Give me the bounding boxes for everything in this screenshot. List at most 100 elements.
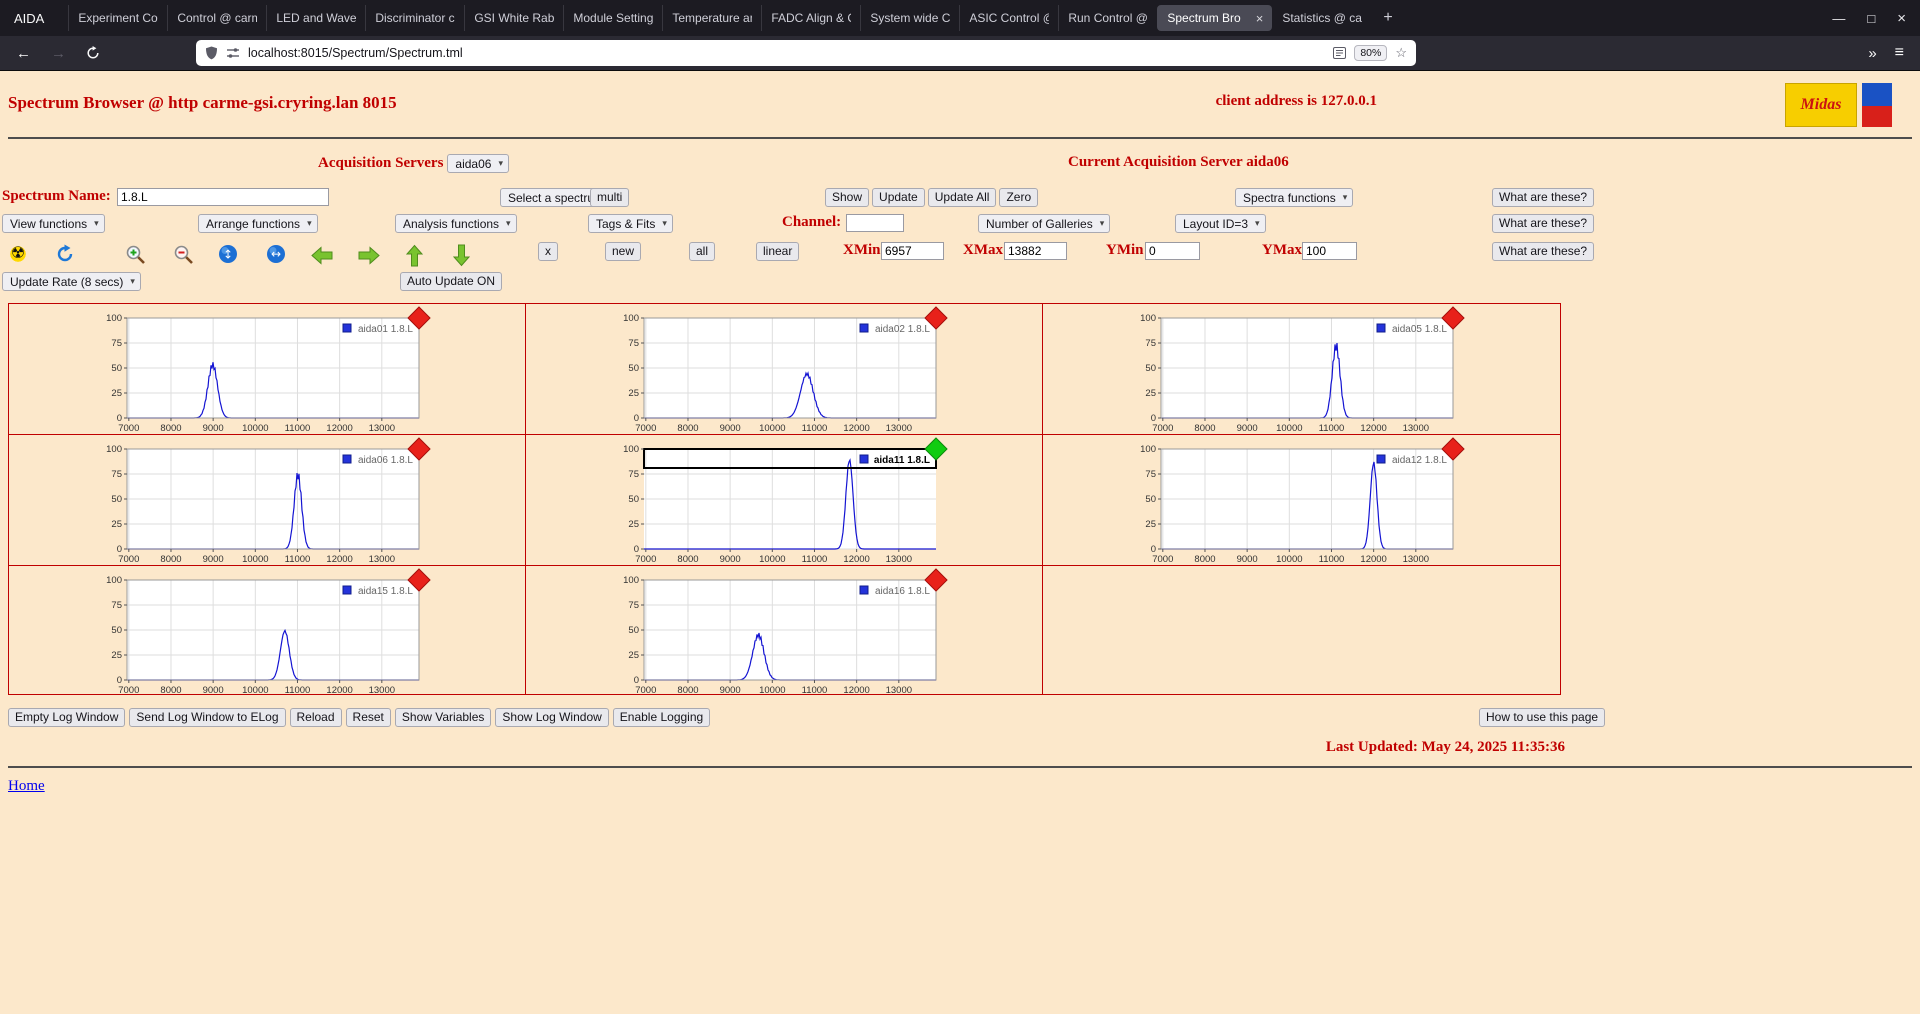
spectrum-name-input[interactable]	[117, 188, 329, 206]
spectrum-plot[interactable]: 0255075100700080009000100001100012000130…	[97, 437, 433, 564]
xmin-input[interactable]	[881, 242, 944, 260]
what-are-these-button-1[interactable]: What are these?	[1492, 188, 1594, 207]
how-to-use-button[interactable]: How to use this page	[1479, 708, 1605, 727]
midas-logo[interactable]: Midas	[1785, 83, 1857, 127]
layout-id-select[interactable]: Layout ID=3 ▾	[1175, 214, 1266, 233]
refresh-icon[interactable]	[55, 244, 75, 264]
zero-button[interactable]: Zero	[999, 188, 1038, 207]
x-button[interactable]: x	[538, 242, 558, 261]
arrow-left-icon[interactable]	[310, 246, 334, 265]
shield-icon[interactable]	[205, 46, 218, 60]
gallery-cell[interactable]: 0255075100700080009000100001100012000130…	[526, 435, 1043, 566]
gallery-cell[interactable]: 0255075100700080009000100001100012000130…	[1043, 435, 1560, 566]
tab[interactable]: Statistics @ car	[1272, 5, 1371, 31]
footer-button[interactable]: Empty Log Window	[8, 708, 125, 727]
linear-button[interactable]: linear	[756, 242, 799, 261]
channel-input[interactable]	[846, 214, 904, 232]
permissions-tune-icon[interactable]	[226, 47, 240, 59]
gallery-cell[interactable]: 0255075100700080009000100001100012000130…	[9, 566, 526, 694]
update-rate-select[interactable]: Update Rate (8 secs) ▾	[2, 272, 141, 291]
tab[interactable]: LED and Wavefo	[266, 5, 365, 31]
spectrum-plot[interactable]: 0255075100700080009000100001100012000130…	[1131, 306, 1467, 433]
ymax-input[interactable]	[1302, 242, 1357, 260]
spectrum-plot[interactable]: 0255075100700080009000100001100012000130…	[614, 437, 950, 564]
arrow-right-icon[interactable]	[357, 246, 381, 265]
svg-text:8000: 8000	[677, 554, 698, 564]
facility-logo[interactable]	[1862, 83, 1892, 127]
arrow-down-icon[interactable]	[453, 244, 470, 267]
show-button[interactable]: Show	[825, 188, 869, 207]
tab-label: FADC Align & C	[771, 11, 851, 25]
footer-button[interactable]: Show Log Window	[495, 708, 608, 727]
spectrum-plot[interactable]: 0255075100700080009000100001100012000130…	[614, 568, 950, 695]
ymin-input[interactable]	[1145, 242, 1200, 260]
tab[interactable]: ASIC Control @	[959, 5, 1058, 31]
gallery-cell[interactable]: 0255075100700080009000100001100012000130…	[9, 304, 526, 435]
footer-button[interactable]: Send Log Window to ELog	[129, 708, 285, 727]
tab[interactable]: Discriminator co	[365, 5, 464, 31]
new-tab-button[interactable]: +	[1371, 9, 1404, 27]
spectra-functions-select[interactable]: Spectra functions ▾	[1235, 188, 1353, 207]
auto-update-button[interactable]: Auto Update ON	[400, 272, 502, 291]
acquisition-server-select[interactable]: aida06 ▾	[447, 154, 509, 173]
zoom-out-icon[interactable]	[173, 244, 194, 265]
maximize-button[interactable]: □	[1867, 11, 1875, 26]
multi-button[interactable]: multi	[590, 188, 629, 207]
xmax-input[interactable]	[1004, 242, 1067, 260]
tab[interactable]: Module Settings	[563, 5, 662, 31]
update-button[interactable]: Update	[872, 188, 925, 207]
window-close-button[interactable]: ×	[1897, 10, 1906, 27]
home-link[interactable]: Home	[8, 778, 45, 794]
reload-button[interactable]	[86, 46, 100, 60]
chevron-down-icon: ▾	[1255, 218, 1260, 229]
all-button[interactable]: all	[689, 242, 715, 261]
tab[interactable]: FADC Align & C	[761, 5, 860, 31]
hamburger-menu-icon[interactable]: ≡	[1895, 45, 1904, 61]
radiation-icon[interactable]: ☢	[8, 244, 28, 264]
spectrum-plot[interactable]: 0255075100700080009000100001100012000130…	[1131, 437, 1467, 564]
arrow-up-icon[interactable]	[406, 244, 423, 267]
url-bar[interactable]: localhost:8015/Spectrum/Spectrum.tml 80%…	[196, 40, 1416, 66]
bookmark-star-icon[interactable]: ☆	[1395, 45, 1407, 61]
expand-vertical-icon[interactable]: ↕	[218, 244, 238, 264]
tab[interactable]: Control @ carm	[167, 5, 266, 31]
tab-close-icon[interactable]: ×	[1250, 11, 1264, 26]
expand-horizontal-icon[interactable]: ↔	[266, 244, 286, 264]
tab[interactable]: Experiment Cont	[68, 5, 167, 31]
gallery-cell[interactable]: 0255075100700080009000100001100012000130…	[9, 435, 526, 566]
analysis-functions-select[interactable]: Analysis functions ▾	[395, 214, 517, 233]
arrange-functions-select[interactable]: Arrange functions ▾	[198, 214, 318, 233]
minimize-button[interactable]: —	[1832, 11, 1845, 26]
footer-button[interactable]: Enable Logging	[613, 708, 710, 727]
gallery-cell-empty	[1043, 566, 1560, 694]
gallery-cell[interactable]: 0255075100700080009000100001100012000130…	[526, 304, 1043, 435]
tab[interactable]: GSI White Rabb	[464, 5, 563, 31]
spectrum-plot[interactable]: 0255075100700080009000100001100012000130…	[614, 306, 950, 433]
what-are-these-button-3[interactable]: What are these?	[1492, 242, 1594, 261]
forward-button[interactable]: →	[51, 46, 66, 61]
gallery-cell[interactable]: 0255075100700080009000100001100012000130…	[1043, 304, 1560, 435]
update-all-button[interactable]: Update All	[928, 188, 997, 207]
tab[interactable]: System wide Ch	[860, 5, 959, 31]
what-are-these-button-2[interactable]: What are these?	[1492, 214, 1594, 233]
footer-button[interactable]: Reload	[290, 708, 342, 727]
footer-row: Empty Log WindowSend Log Window to ELog R…	[0, 708, 1920, 729]
zoom-in-icon[interactable]	[125, 244, 146, 265]
tags-fits-select[interactable]: Tags & Fits ▾	[588, 214, 673, 233]
tab[interactable]: Run Control @ c	[1058, 5, 1157, 31]
svg-text:75: 75	[1145, 338, 1156, 349]
tab-active[interactable]: Spectrum Bro×	[1157, 5, 1272, 31]
reader-mode-icon[interactable]	[1333, 47, 1346, 59]
view-functions-select[interactable]: View functions ▾	[2, 214, 105, 233]
spectrum-plot[interactable]: 0255075100700080009000100001100012000130…	[97, 568, 433, 695]
zoom-level-badge[interactable]: 80%	[1354, 45, 1387, 61]
tab[interactable]: Temperature an	[662, 5, 761, 31]
footer-button[interactable]: Reset	[346, 708, 391, 727]
new-button[interactable]: new	[605, 242, 641, 261]
gallery-cell[interactable]: 0255075100700080009000100001100012000130…	[526, 566, 1043, 694]
footer-button[interactable]: Show Variables	[395, 708, 492, 727]
spectrum-plot[interactable]: 0255075100700080009000100001100012000130…	[97, 306, 433, 433]
number-of-galleries-select[interactable]: Number of Galleries ▾	[978, 214, 1110, 233]
overflow-menu-icon[interactable]: »	[1868, 46, 1876, 61]
back-button[interactable]: ←	[16, 46, 31, 61]
